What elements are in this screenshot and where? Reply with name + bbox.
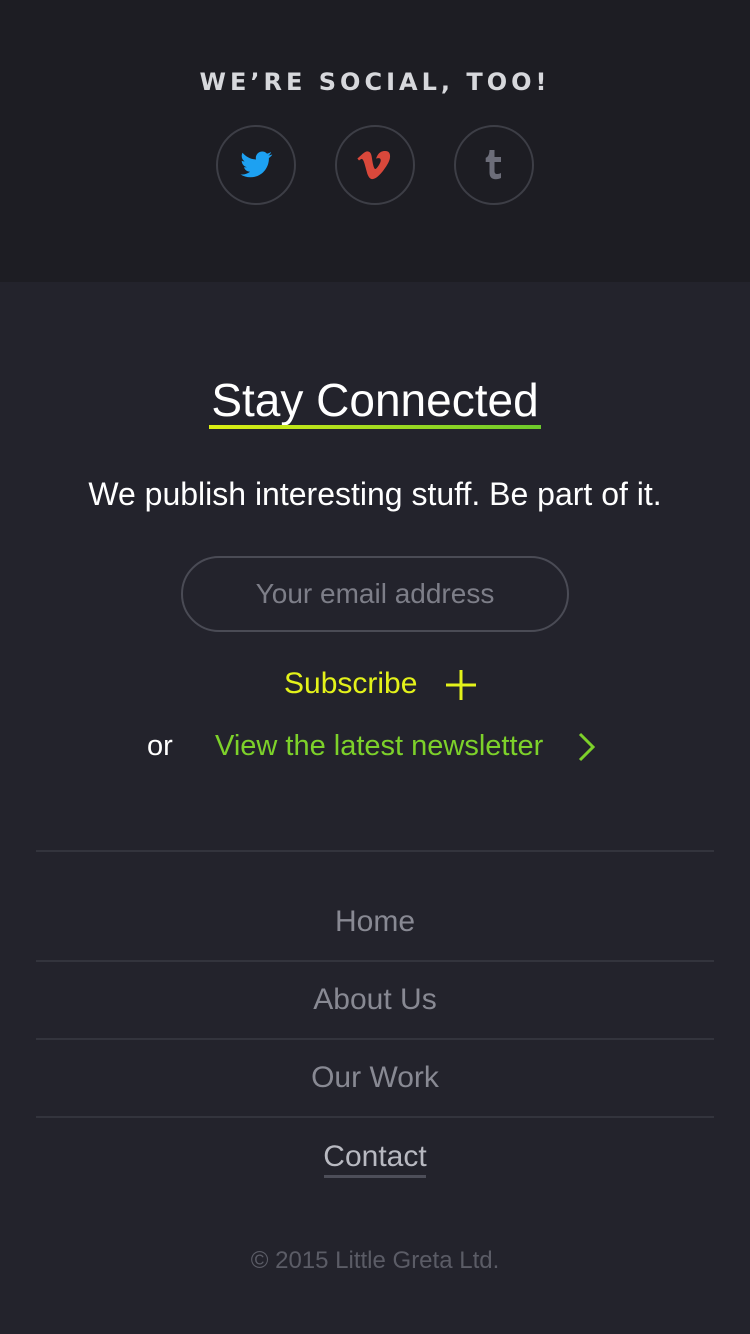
nav-divider [36,850,714,852]
footer-nav-about: About Us [0,980,750,1020]
email-input[interactable] [181,556,569,632]
vimeo-button[interactable] [335,125,415,205]
nav-divider [36,1038,714,1040]
stay-connected-heading: Stay Connected [211,374,539,426]
footer-nav-contact: Contact [0,1137,750,1177]
twitter-button[interactable] [216,125,296,205]
latest-newsletter-label: View the latest newsletter [215,730,544,762]
main-section: Stay Connected We publish interesting st… [0,282,750,1334]
subscribe-label: Subscribe [284,667,418,700]
footer-nav-our-work: Our Work [0,1058,750,1098]
newsletter-tagline: We publish interesting stuff. Be part of… [88,476,662,512]
or-label: or [147,730,173,762]
nav-divider [36,960,714,962]
footer-nav-about-link[interactable]: About Us [313,983,436,1016]
copyright-text: © 2015 Little Greta Ltd. [250,1247,500,1274]
footer-nav-our-work-link[interactable]: Our Work [311,1061,439,1094]
twitter-icon [240,151,273,178]
chevron-right-icon [578,732,596,762]
footer-nav-contact-link[interactable]: Contact [323,1140,426,1173]
footer-nav-home: Home [0,902,750,942]
footer-nav-home-link[interactable]: Home [335,905,415,938]
subscribe-button[interactable]: Subscribe [284,662,484,706]
social-section: WE’RE SOCIAL, TOO! [0,0,750,282]
nav-divider [36,1116,714,1118]
active-nav-underline [324,1175,426,1178]
latest-newsletter-link[interactable]: View the latest newsletter [215,724,615,768]
tumblr-button[interactable] [454,125,534,205]
plus-icon [446,670,476,700]
social-title: WE’RE SOCIAL, TOO! [199,68,551,96]
heading-underline [209,425,541,429]
vimeo-icon [357,150,391,180]
tumblr-icon [485,150,501,180]
